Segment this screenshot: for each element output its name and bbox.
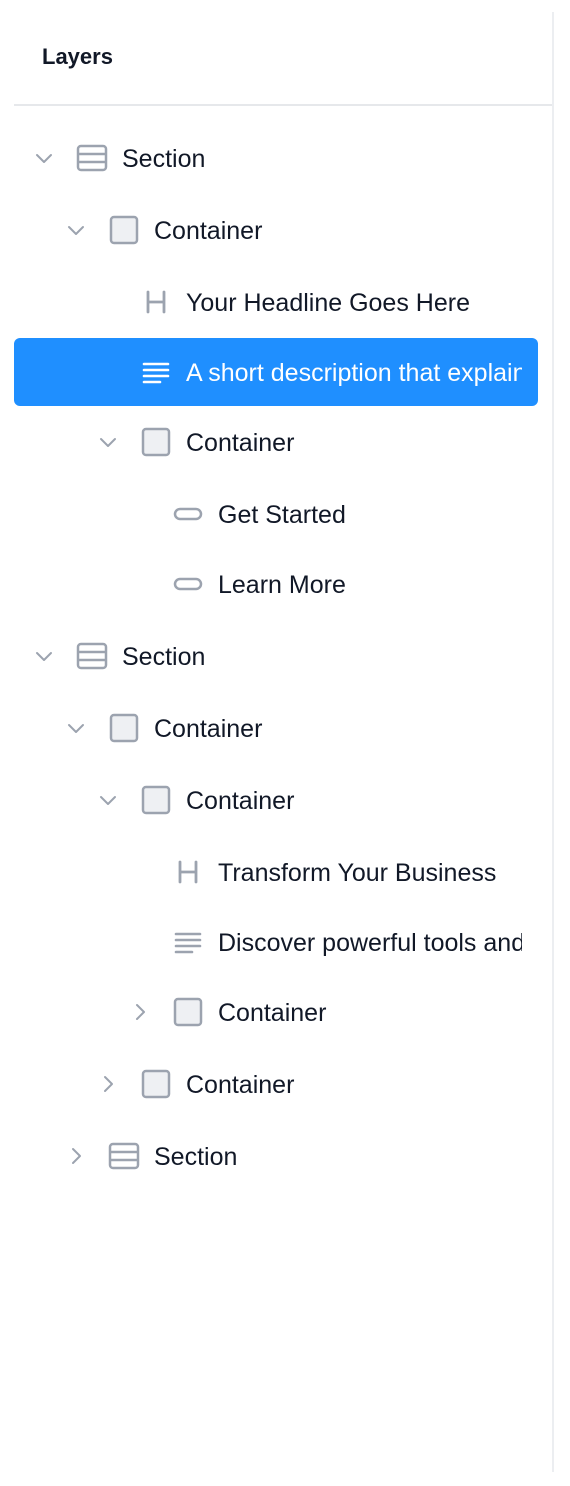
- layer-row[interactable]: Container: [14, 1050, 538, 1118]
- layer-row[interactable]: Section: [14, 1122, 538, 1190]
- layer-label: Container: [186, 429, 295, 457]
- chevron-right-icon[interactable]: [96, 1072, 120, 1096]
- chevron-down-icon[interactable]: [64, 218, 88, 242]
- section-icon: [76, 640, 108, 672]
- button-icon: [172, 498, 204, 530]
- layers-title: Layers: [42, 44, 113, 69]
- layer-label: Your Headline Goes Here: [186, 289, 470, 317]
- layer-row[interactable]: Section: [14, 622, 538, 690]
- layer-row[interactable]: Container: [14, 408, 538, 476]
- layer-row[interactable]: Learn More: [14, 550, 538, 618]
- layers-header: Layers: [14, 12, 552, 106]
- layer-row[interactable]: Your Headline Goes Here: [14, 268, 538, 336]
- layer-row[interactable]: Container: [14, 694, 538, 762]
- container-icon: [140, 784, 172, 816]
- button-icon: [172, 568, 204, 600]
- section-icon: [108, 1140, 140, 1172]
- layer-label: Container: [218, 999, 327, 1027]
- chevron-down-icon[interactable]: [32, 644, 56, 668]
- chevron-down-icon[interactable]: [32, 146, 56, 170]
- layer-label: Transform Your Business: [218, 859, 497, 887]
- layers-panel: Layers Section Container Your Headline G…: [0, 12, 554, 1472]
- layer-label: A short description that explains: [186, 359, 522, 387]
- container-icon: [140, 1068, 172, 1100]
- paragraph-icon: [172, 926, 204, 958]
- container-icon: [172, 996, 204, 1028]
- layer-label: Discover powerful tools and: [218, 929, 522, 957]
- paragraph-icon: [140, 356, 172, 388]
- layer-row[interactable]: Get Started: [14, 480, 538, 548]
- container-icon: [108, 214, 140, 246]
- chevron-down-icon[interactable]: [96, 430, 120, 454]
- layer-label: Container: [154, 715, 263, 743]
- layer-label: Container: [186, 1071, 295, 1099]
- layer-row[interactable]: Discover powerful tools and: [14, 908, 538, 976]
- layer-label: Learn More: [218, 571, 346, 599]
- layer-label: Section: [122, 643, 206, 671]
- layer-row[interactable]: Section: [14, 124, 538, 192]
- container-icon: [108, 712, 140, 744]
- chevron-down-icon[interactable]: [64, 716, 88, 740]
- layer-label: Section: [154, 1143, 238, 1171]
- chevron-right-icon[interactable]: [128, 1000, 152, 1024]
- heading-icon: [172, 856, 204, 888]
- layer-label: Section: [122, 145, 206, 173]
- chevron-down-icon[interactable]: [96, 788, 120, 812]
- heading-icon: [140, 286, 172, 318]
- layer-label: Get Started: [218, 501, 346, 529]
- layer-row[interactable]: Container: [14, 978, 538, 1046]
- chevron-right-icon[interactable]: [64, 1144, 88, 1168]
- layer-label: Container: [186, 787, 295, 815]
- layer-row[interactable]: Transform Your Business: [14, 838, 538, 906]
- layer-row[interactable]: Container: [14, 766, 538, 834]
- layer-label: Container: [154, 217, 263, 245]
- container-icon: [140, 426, 172, 458]
- section-icon: [76, 142, 108, 174]
- layer-row-selected[interactable]: A short description that explains: [14, 338, 538, 406]
- layer-row[interactable]: Container: [14, 196, 538, 264]
